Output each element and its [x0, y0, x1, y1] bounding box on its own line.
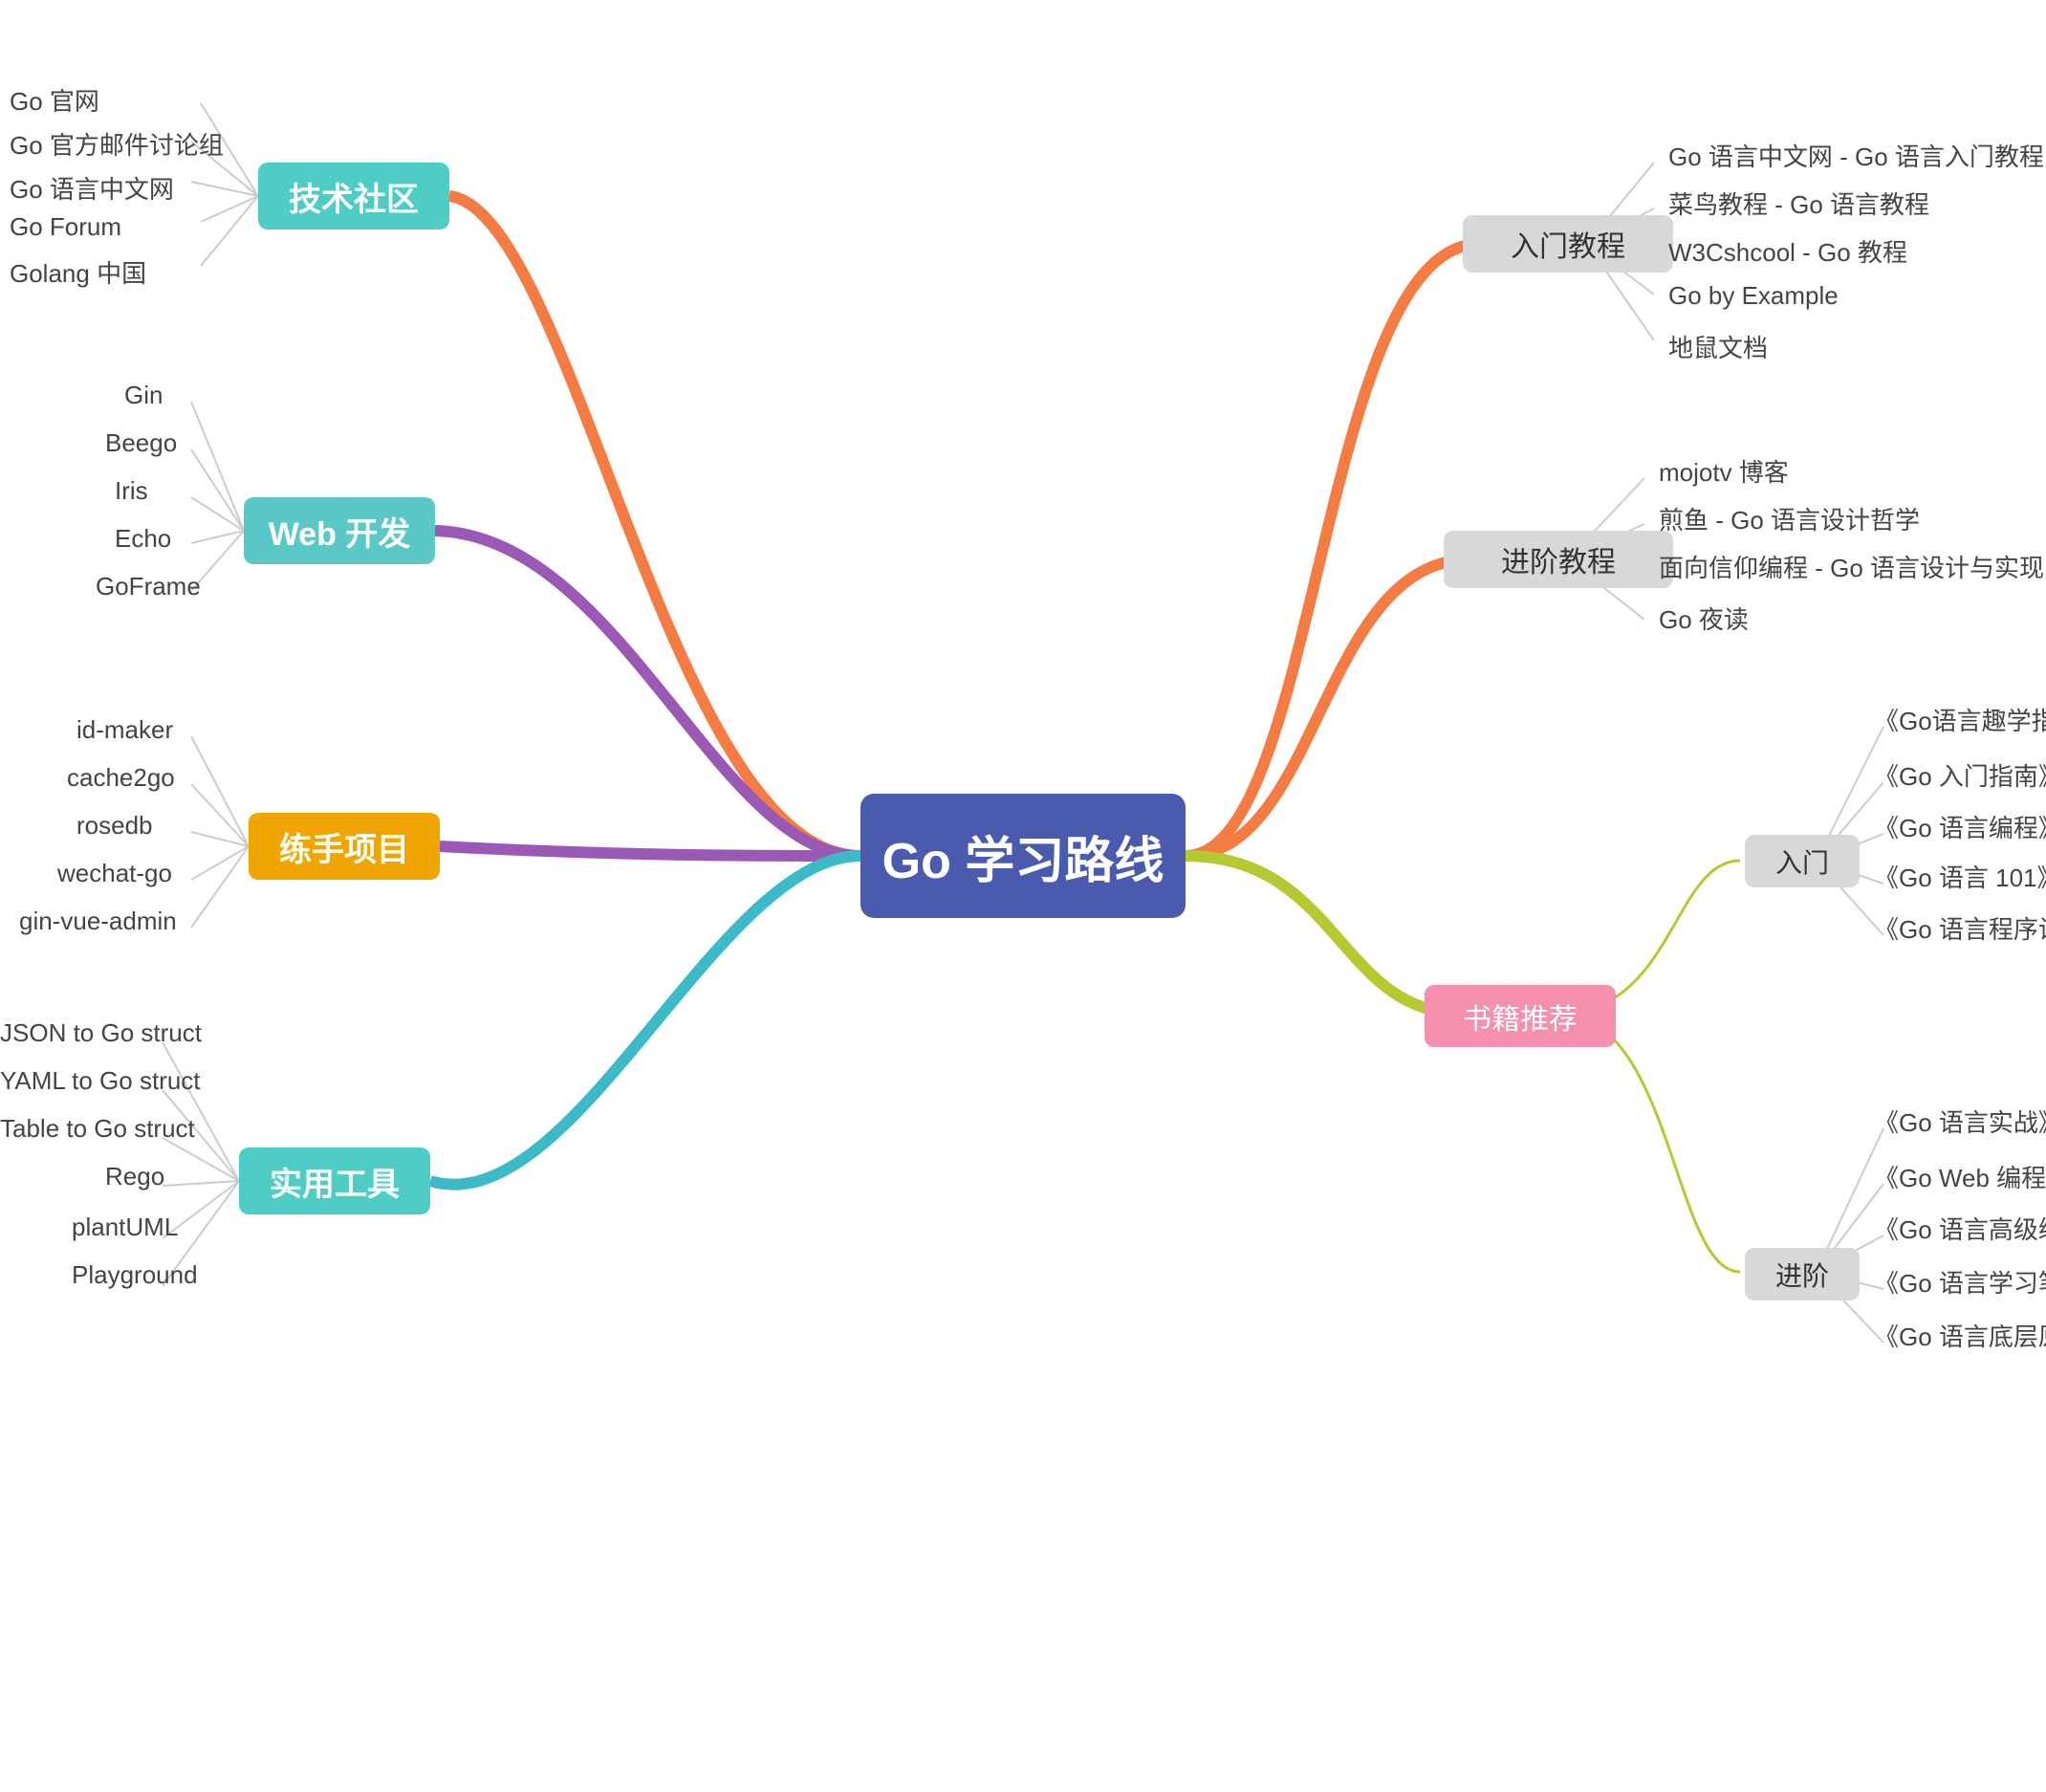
shujian-rumen-label: 入门: [1745, 835, 1860, 887]
shujian-rumen-0: 《Go语言趣学指南》: [1874, 702, 2046, 737]
jinjie-teach-item-3: Go 夜读: [1659, 601, 1749, 636]
shujian-rumen-4: 《Go 语言程序设计》: [1874, 910, 2046, 946]
shiyong-item-4: plantUML: [72, 1213, 178, 1242]
jishu-item-4: Golang 中国: [10, 254, 146, 290]
shiyong-item-1: YAML to Go struct: [0, 1066, 201, 1096]
jinjie-teach-item-1: 煎鱼 - Go 语言设计哲学: [1659, 501, 1920, 536]
rumen-item-4: 地鼠文档: [1668, 329, 1768, 364]
jishu-item-1: Go 官方邮件讨论组: [10, 126, 224, 162]
rumen-item-3: Go by Example: [1668, 281, 1839, 311]
center-node: Go 学习路线: [860, 794, 1186, 918]
web-item-2: Iris: [115, 476, 148, 506]
node-shujian[interactable]: 书籍推荐: [1425, 985, 1616, 1047]
web-item-0: Gin: [124, 381, 163, 410]
shiyong-item-3: Rego: [105, 1162, 164, 1191]
shujian-rumen-3: 《Go 语言 101》: [1874, 859, 2046, 894]
shujian-jinjie-2: 《Go 语言高级编程》: [1874, 1211, 2046, 1246]
shujian-rumen-2: 《Go 语言编程》: [1874, 809, 2046, 844]
lianshi-item-2: rosedb: [76, 811, 153, 841]
lianshi-item-3: wechat-go: [57, 859, 172, 888]
shujian-jinjie-3: 《Go 语言学习笔记》: [1874, 1264, 2046, 1300]
shujian-jinjie-4: 《Go 语言底层原理剖析》: [1874, 1318, 2046, 1353]
jinjie-teach-item-2: 面向信仰编程 - Go 语言设计与实现: [1659, 549, 2044, 584]
shiyong-item-2: Table to Go struct: [0, 1114, 195, 1144]
category-jishu[interactable]: 技术社区: [258, 163, 449, 229]
category-web[interactable]: Web 开发: [244, 497, 435, 564]
node-jinjie-teach[interactable]: 进阶教程: [1444, 531, 1673, 588]
shiyong-item-5: Playground: [72, 1260, 198, 1290]
category-lianshi[interactable]: 练手项目: [249, 813, 440, 880]
node-rumen[interactable]: 入门教程: [1463, 215, 1673, 273]
rumen-item-2: W3Cshcool - Go 教程: [1668, 233, 1907, 269]
web-item-3: Echo: [115, 524, 171, 554]
rumen-item-1: 菜鸟教程 - Go 语言教程: [1668, 186, 1929, 221]
category-shiyong[interactable]: 实用工具: [239, 1147, 430, 1214]
shiyong-item-0: JSON to Go struct: [0, 1018, 202, 1048]
web-item-1: Beego: [105, 428, 177, 458]
shujian-jinjie-label: 进阶: [1745, 1248, 1860, 1300]
lianshi-item-1: cache2go: [67, 763, 175, 793]
jinjie-teach-item-0: mojotv 博客: [1659, 453, 1789, 489]
rumen-item-0: Go 语言中文网 - Go 语言入门教程: [1668, 138, 2044, 173]
lianshi-item-4: gin-vue-admin: [19, 907, 177, 936]
shujian-jinjie-1: 《Go Web 编程》: [1874, 1159, 2046, 1194]
jishu-item-0: Go 官网: [10, 82, 99, 118]
lianshi-item-0: id-maker: [76, 715, 173, 745]
shujian-rumen-1: 《Go 入门指南》: [1874, 757, 2046, 793]
web-item-4: GoFrame: [96, 572, 201, 601]
jishu-item-2: Go 语言中文网: [10, 170, 174, 206]
jishu-item-3: Go Forum: [10, 212, 121, 242]
shujian-jinjie-0: 《Go 语言实战》: [1874, 1104, 2046, 1139]
